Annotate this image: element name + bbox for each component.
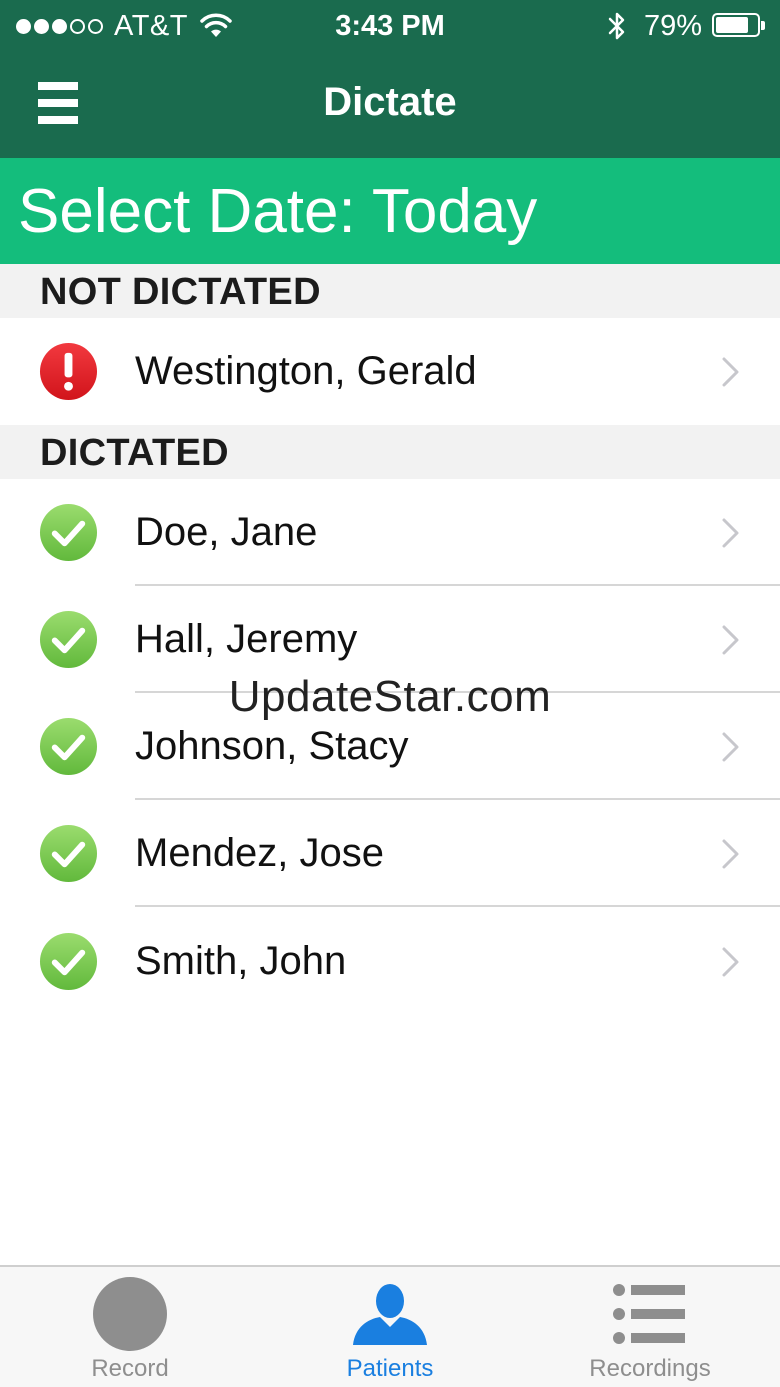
- chevron-right-icon: [722, 625, 739, 655]
- checkmark-icon: [39, 610, 98, 669]
- bluetooth-icon: [608, 12, 625, 40]
- tab-record[interactable]: Record: [0, 1267, 260, 1387]
- patient-name: Doe, Jane: [135, 510, 318, 554]
- section-header-label: NOT DICTATED: [40, 271, 321, 313]
- battery-tip: [761, 21, 765, 30]
- patient-name: Hall, Jeremy: [135, 617, 358, 661]
- tab-patients[interactable]: Patients: [260, 1267, 520, 1387]
- battery-fill: [716, 17, 748, 33]
- section-header-label: DICTATED: [40, 432, 229, 474]
- patient-row[interactable]: Westington, Gerald: [0, 318, 780, 425]
- chevron-right-icon: [722, 947, 739, 977]
- chevron-right-icon: [722, 732, 739, 762]
- record-icon: [93, 1277, 167, 1351]
- checkmark-icon: [39, 503, 98, 562]
- chevron-right-icon: [722, 518, 739, 548]
- tab-label: Recordings: [589, 1355, 711, 1382]
- patient-name: Westington, Gerald: [135, 349, 477, 393]
- status-bar: AT&T 3:43 PM 79%: [0, 0, 780, 52]
- list-icon: [613, 1284, 685, 1344]
- chevron-right-icon: [722, 357, 739, 387]
- battery-icon: [712, 13, 766, 39]
- patient-row[interactable]: Mendez, Jose: [0, 800, 780, 907]
- tab-label: Record: [91, 1355, 169, 1382]
- nav-bar: Dictate: [0, 52, 780, 158]
- section-header-not-dictated: NOT DICTATED: [0, 264, 780, 318]
- checkmark-icon: [39, 717, 98, 776]
- patient-name: Smith, John: [135, 939, 347, 983]
- patient-row[interactable]: Johnson, Stacy: [0, 693, 780, 800]
- alert-icon: [39, 342, 98, 401]
- patient-row[interactable]: Doe, Jane: [0, 479, 780, 586]
- section-header-dictated: DICTATED: [0, 425, 780, 479]
- status-right: 79%: [606, 10, 766, 42]
- patient-row[interactable]: Hall, Jeremy: [0, 586, 780, 693]
- person-icon: [353, 1284, 427, 1345]
- patient-name: Mendez, Jose: [135, 831, 385, 875]
- patient-name: Johnson, Stacy: [135, 724, 409, 768]
- tab-recordings[interactable]: Recordings: [520, 1267, 780, 1387]
- checkmark-icon: [39, 932, 98, 991]
- tab-label: Patients: [346, 1355, 434, 1382]
- date-selector[interactable]: Select Date: Today: [0, 158, 780, 264]
- date-label: Select Date: Today: [18, 177, 538, 246]
- chevron-right-icon: [722, 839, 739, 869]
- tab-bar: Record Patients Recordings: [0, 1265, 780, 1387]
- battery-percent: 79%: [643, 9, 702, 42]
- row-separator: [135, 905, 780, 907]
- patient-row[interactable]: Smith, John: [0, 908, 780, 1015]
- app-screen: AT&T 3:43 PM 79% Dictate Select Date: To…: [0, 0, 780, 1387]
- page-title: Dictate: [323, 80, 457, 124]
- checkmark-icon: [39, 824, 98, 883]
